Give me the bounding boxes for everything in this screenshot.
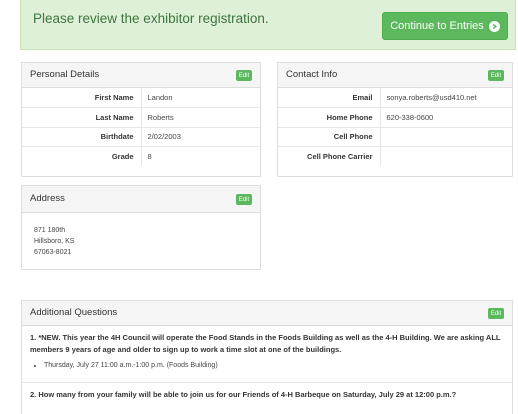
panel-title: Contact Info (286, 69, 338, 80)
field-value: Landon (147, 93, 173, 102)
additional-questions-heading: Additional Questions Edit (22, 301, 512, 326)
edit-questions-button[interactable]: Edit (488, 308, 504, 319)
field-label: Cell Phone (278, 126, 381, 147)
address-heading: Address Edit (22, 186, 260, 213)
contact-info-table: Email sonya.roberts@usd410.net Home Phon… (278, 88, 512, 166)
question-text: 1. *NEW. This year the 4H Council will o… (30, 333, 501, 354)
answer-item: Thursday, July 27 11:00 a.m.-1:00 p.m. (… (44, 362, 508, 369)
panel-title: Personal Details (30, 69, 100, 80)
edit-personal-button[interactable]: Edit (236, 70, 252, 81)
additional-questions-panel: Additional Questions Edit 1. *NEW. This … (21, 300, 513, 414)
personal-details-table: First Name Landon Last Name Roberts Birt… (22, 88, 260, 166)
field-label: Grade (22, 146, 142, 166)
arrow-right-circle-icon (488, 20, 500, 32)
table-row: Last Name Roberts (22, 107, 260, 127)
field-value: 620-338-0600 (380, 107, 512, 127)
divider (22, 382, 512, 383)
field-value: sonya.roberts@usd410.net (386, 93, 477, 102)
continue-to-entries-button[interactable]: Continue to Entries (382, 12, 508, 40)
field-label: First Name (22, 88, 142, 108)
contact-info-panel: Contact Info Edit Email sonya.roberts@us… (277, 62, 513, 177)
continue-button-label: Continue to Entries (390, 20, 484, 32)
field-value: Roberts (141, 107, 260, 127)
field-value: 2/02/2003 (141, 126, 260, 147)
address-line: 67063-8021 (34, 249, 72, 256)
question-item: 1. *NEW. This year the 4H Council will o… (30, 332, 508, 369)
field-label: Email (278, 88, 381, 108)
table-row: Email sonya.roberts@usd410.net (278, 88, 512, 108)
personal-details-panel: Personal Details Edit First Name Landon … (21, 62, 261, 177)
table-row: First Name Landon (22, 88, 260, 108)
field-value (380, 126, 512, 147)
table-row: Grade 8 (22, 146, 260, 166)
answer-list: Thursday, July 27 11:00 a.m.-1:00 p.m. (… (30, 362, 508, 369)
table-row: Birthdate 2/02/2003 (22, 126, 260, 147)
address-block: 871 180th Hillsboro, KS 67063-8021 (34, 225, 74, 258)
field-value: 8 (141, 146, 260, 166)
panel-title: Additional Questions (30, 307, 118, 318)
contact-info-heading: Contact Info Edit (278, 63, 512, 88)
table-row: Cell Phone (278, 126, 512, 147)
field-label: Birthdate (22, 126, 142, 147)
edit-contact-button[interactable]: Edit (488, 70, 504, 81)
field-value (380, 146, 512, 166)
address-line: Hillsboro, KS (34, 238, 75, 245)
edit-address-button[interactable]: Edit (236, 194, 252, 205)
review-banner: Please review the exhibitor registration… (20, 0, 516, 50)
review-message: Please review the exhibitor registration… (33, 11, 269, 26)
question-text: 2. How many from your family will be abl… (30, 390, 457, 399)
field-label: Last Name (22, 107, 142, 127)
personal-details-heading: Personal Details Edit (22, 63, 260, 88)
panel-title: Address (30, 193, 65, 204)
question-item: 2. How many from your family will be abl… (30, 389, 508, 401)
table-row: Cell Phone Carrier (278, 146, 512, 166)
address-panel: Address Edit 871 180th Hillsboro, KS 670… (21, 185, 261, 270)
table-row: Home Phone 620-338-0600 (278, 107, 512, 127)
address-line: 871 180th (34, 227, 66, 234)
field-label: Home Phone (278, 107, 381, 127)
field-label: Cell Phone Carrier (278, 146, 381, 166)
